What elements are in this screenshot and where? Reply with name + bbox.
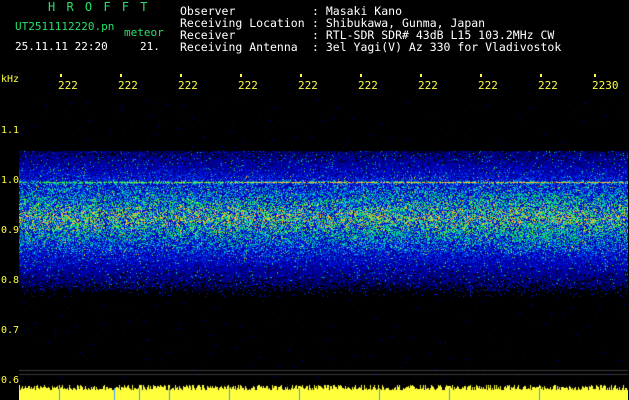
time-tick-label: 222 — [178, 79, 198, 92]
time-tick-mark — [300, 74, 302, 77]
frequency-tick-label: 1.1 — [1, 125, 20, 136]
time-tick-mark — [120, 74, 122, 77]
time-tick-mark — [60, 74, 62, 77]
frequency-tick-label: 0.9 — [1, 225, 20, 236]
meteor-tag: meteor — [124, 26, 164, 39]
time-tick-mark — [594, 74, 596, 77]
frequency-tick-label: 1.0 — [1, 175, 20, 186]
frequency-tick-label: 0.8 — [1, 275, 20, 286]
time-tick-label: 222 — [238, 79, 258, 92]
frequency-tick-label: 0.7 — [1, 325, 20, 336]
time-tick-mark — [540, 74, 542, 77]
frequency-unit-label: kHz — [1, 74, 20, 85]
hrofft-logo: H R O F F T — [48, 0, 150, 14]
capture-datetime: 25.11.11 22:20 — [15, 40, 108, 53]
signal-level-bar — [19, 382, 628, 400]
antenna-label: Receiving Antenna — [180, 40, 298, 54]
time-tick-label: 2230 — [592, 79, 619, 92]
time-tick-label: 222 — [118, 79, 138, 92]
antenna-value: : 3el Yagi(V) Az 330 for Vladivostok — [312, 40, 562, 54]
image-filename: UT2511112220.pn — [15, 20, 115, 33]
time-tick-mark — [420, 74, 422, 77]
meteor-count: 21. — [140, 40, 160, 53]
time-tick-label: 222 — [478, 79, 498, 92]
frequency-tick-label: 0.6 — [1, 375, 20, 386]
spectrogram-waterfall — [19, 92, 628, 382]
time-tick-label: 222 — [58, 79, 78, 92]
time-tick-label: 222 — [358, 79, 378, 92]
time-tick-label: 222 — [298, 79, 318, 92]
time-tick-mark — [480, 74, 482, 77]
time-tick-label: 222 — [538, 79, 558, 92]
time-tick-mark — [180, 74, 182, 77]
time-tick-label: 222 — [418, 79, 438, 92]
time-tick-mark — [360, 74, 362, 77]
time-tick-mark — [240, 74, 242, 77]
